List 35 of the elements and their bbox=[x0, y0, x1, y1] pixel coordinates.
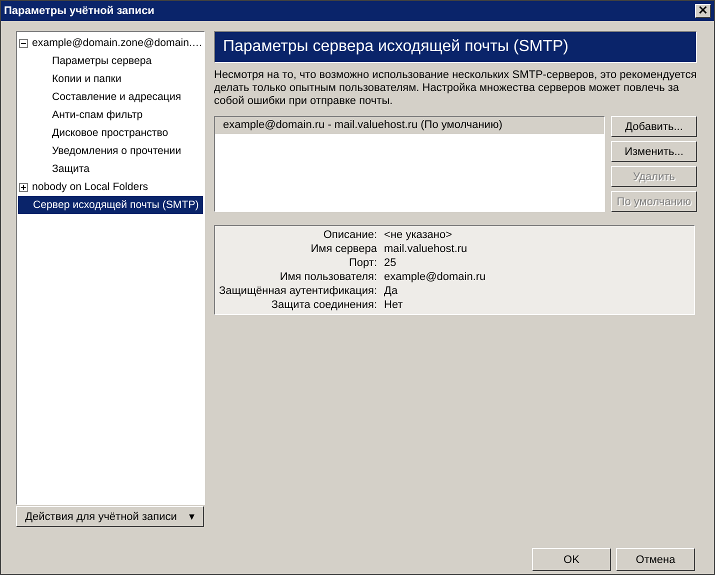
detail-label: Имя сервера bbox=[310, 243, 378, 255]
server-button[interactable]: Добавить... bbox=[611, 116, 697, 137]
close-button[interactable]: × bbox=[695, 4, 711, 18]
caret-icon: ▾ bbox=[188, 510, 195, 523]
server-item[interactable]: example@domain.ru - mail.valuehost.ru (По умолчанию) bbox=[215, 117, 604, 134]
tree-item[interactable]: Копии и папки bbox=[51, 72, 122, 86]
tree-item[interactable]: Дисковое пространство bbox=[51, 126, 170, 140]
detail-value: Да bbox=[384, 285, 399, 297]
detail-value: mail.valuehost.ru bbox=[384, 243, 468, 255]
ok-button[interactable]: OK bbox=[532, 548, 611, 571]
tree-item[interactable]: Сервер исходящей почты (SMTP) bbox=[32, 198, 200, 212]
cancel-button[interactable]: Отмена bbox=[616, 548, 695, 571]
tree-item[interactable]: nobody on Local Folders bbox=[31, 180, 150, 194]
detail-value: Нет bbox=[384, 299, 404, 311]
detail-label: Защищённая аутентификация: bbox=[219, 285, 378, 297]
detail-label: Имя пользователя: bbox=[278, 271, 378, 283]
window-title: Параметры учётной записи bbox=[4, 5, 154, 17]
tree-item[interactable]: example@domain.zone@domain.… bbox=[31, 36, 204, 50]
detail-label: Описание: bbox=[322, 229, 378, 241]
detail-value: example@domain.ru bbox=[384, 271, 487, 283]
detail-value: <не указано> bbox=[384, 229, 454, 241]
tree-item[interactable]: Составление и адресация bbox=[51, 90, 182, 104]
detail-label: Порт: bbox=[348, 257, 378, 269]
tree-item[interactable]: Параметры сервера bbox=[51, 54, 153, 68]
server-button[interactable]: Изменить... bbox=[611, 141, 697, 162]
tree-item[interactable]: Анти-спам фильтр bbox=[51, 108, 144, 122]
description-text: Несмотря на то, что возможно использование нескольких SMTP-серверов, это рекомендуется делать только опытным пользователям. Настройка множества серверов может повлечь за собой ошибки при отправке почты. bbox=[214, 69, 697, 108]
tree-item[interactable]: Уведомления о прочтении bbox=[51, 144, 182, 158]
collapse-icon[interactable] bbox=[19, 38, 28, 48]
detail-value: 25 bbox=[384, 257, 398, 269]
detail-label: Защита соединения: bbox=[270, 299, 378, 311]
account-actions-button[interactable]: Действия для учётной записи ▾ bbox=[16, 506, 204, 527]
expand-icon[interactable] bbox=[19, 182, 28, 192]
tree-item[interactable]: Защита bbox=[51, 162, 91, 176]
panel-header: Параметры сервера исходящей почты (SMTP) bbox=[214, 31, 697, 63]
